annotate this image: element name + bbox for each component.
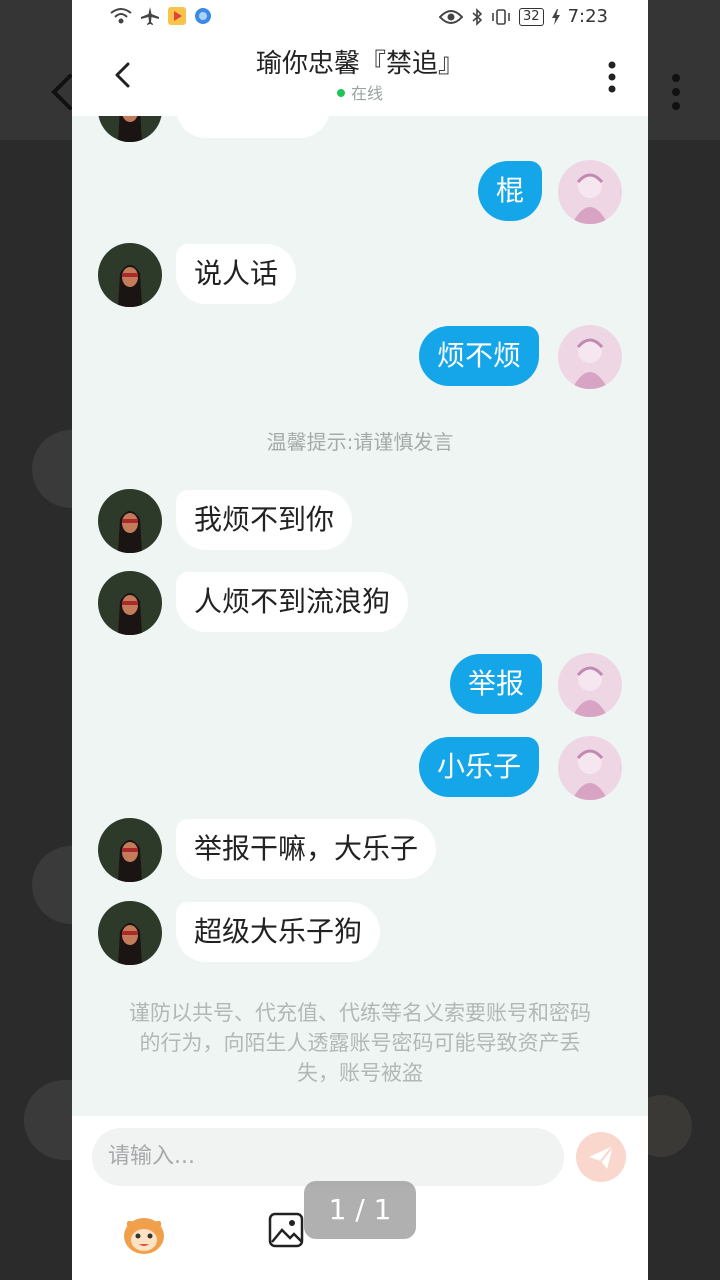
send-button[interactable] xyxy=(576,1132,626,1182)
online-dot-icon xyxy=(336,89,345,97)
airplane-icon xyxy=(141,7,159,25)
message-input[interactable]: 请输入... xyxy=(92,1128,564,1186)
status-bar: 32 7:23 xyxy=(72,0,648,38)
battery-indicator: 32 xyxy=(519,7,544,26)
message-bubble-received[interactable]: 人烦不到流浪狗 xyxy=(176,572,409,632)
my-avatar[interactable] xyxy=(558,653,622,717)
emoji-icon[interactable] xyxy=(120,1210,168,1258)
safety-warning: 谨防以共号、代充值、代练等名义索要账号和密码的行为，向陌生人透露账号密码可能导致… xyxy=(129,1001,591,1085)
online-status-label: 在线 xyxy=(350,84,383,103)
message-bubble-partial xyxy=(176,116,330,138)
more-options-icon[interactable] xyxy=(606,60,618,94)
send-icon xyxy=(589,1145,614,1169)
browser-app-icon xyxy=(195,8,211,24)
wifi-icon xyxy=(110,8,132,24)
background-more-icon xyxy=(672,74,680,110)
message-bubble-received[interactable]: 超级大乐子狗 xyxy=(176,902,381,962)
image-icon[interactable] xyxy=(268,1212,304,1248)
message-bubble-sent[interactable]: 小乐子 xyxy=(419,737,540,797)
bluetooth-icon xyxy=(472,7,483,26)
message-bubble-sent[interactable]: 棍 xyxy=(478,161,543,221)
contact-avatar[interactable] xyxy=(98,571,162,635)
contact-avatar[interactable] xyxy=(98,818,162,882)
vibrate-icon xyxy=(492,8,510,25)
message-bubble-sent[interactable]: 举报 xyxy=(450,654,543,714)
message-list[interactable]: 棍 说人话 烦不烦 温馨提示:请谨慎发言 我烦不到你 人烦不到流浪狗 举报 小乐… xyxy=(72,116,648,1116)
chat-title: 瑜你忠馨『禁追』 xyxy=(255,49,464,79)
message-bubble-received[interactable]: 举报干嘛，大乐子 xyxy=(176,819,437,879)
clock: 7:23 xyxy=(567,6,608,27)
eye-icon xyxy=(439,9,464,24)
my-avatar[interactable] xyxy=(558,160,622,224)
contact-avatar[interactable] xyxy=(98,243,162,307)
message-bubble-received[interactable]: 我烦不到你 xyxy=(176,490,353,550)
my-avatar[interactable] xyxy=(558,736,622,800)
contact-avatar[interactable] xyxy=(98,901,162,965)
message-bubble-received[interactable]: 说人话 xyxy=(176,244,297,304)
page-indicator: 1 / 1 xyxy=(304,1181,416,1239)
charging-icon xyxy=(551,8,560,25)
contact-avatar[interactable] xyxy=(98,116,162,142)
message-bubble-sent[interactable]: 烦不烦 xyxy=(419,326,540,386)
chat-header: 瑜你忠馨『禁追』 在线 xyxy=(72,38,648,116)
my-avatar[interactable] xyxy=(558,325,622,389)
chat-screenshot: 32 7:23 瑜你忠馨『禁追』 在线 棍 说人话 烦不烦 温馨提示:请谨慎发言… xyxy=(72,0,648,1280)
play-app-icon xyxy=(168,7,186,25)
image-viewer: 32 7:23 瑜你忠馨『禁追』 在线 棍 说人话 烦不烦 温馨提示:请谨慎发言… xyxy=(0,0,720,1280)
online-status: 在线 xyxy=(72,84,648,104)
contact-avatar[interactable] xyxy=(98,489,162,553)
system-tip: 温馨提示:请谨慎发言 xyxy=(266,430,454,454)
